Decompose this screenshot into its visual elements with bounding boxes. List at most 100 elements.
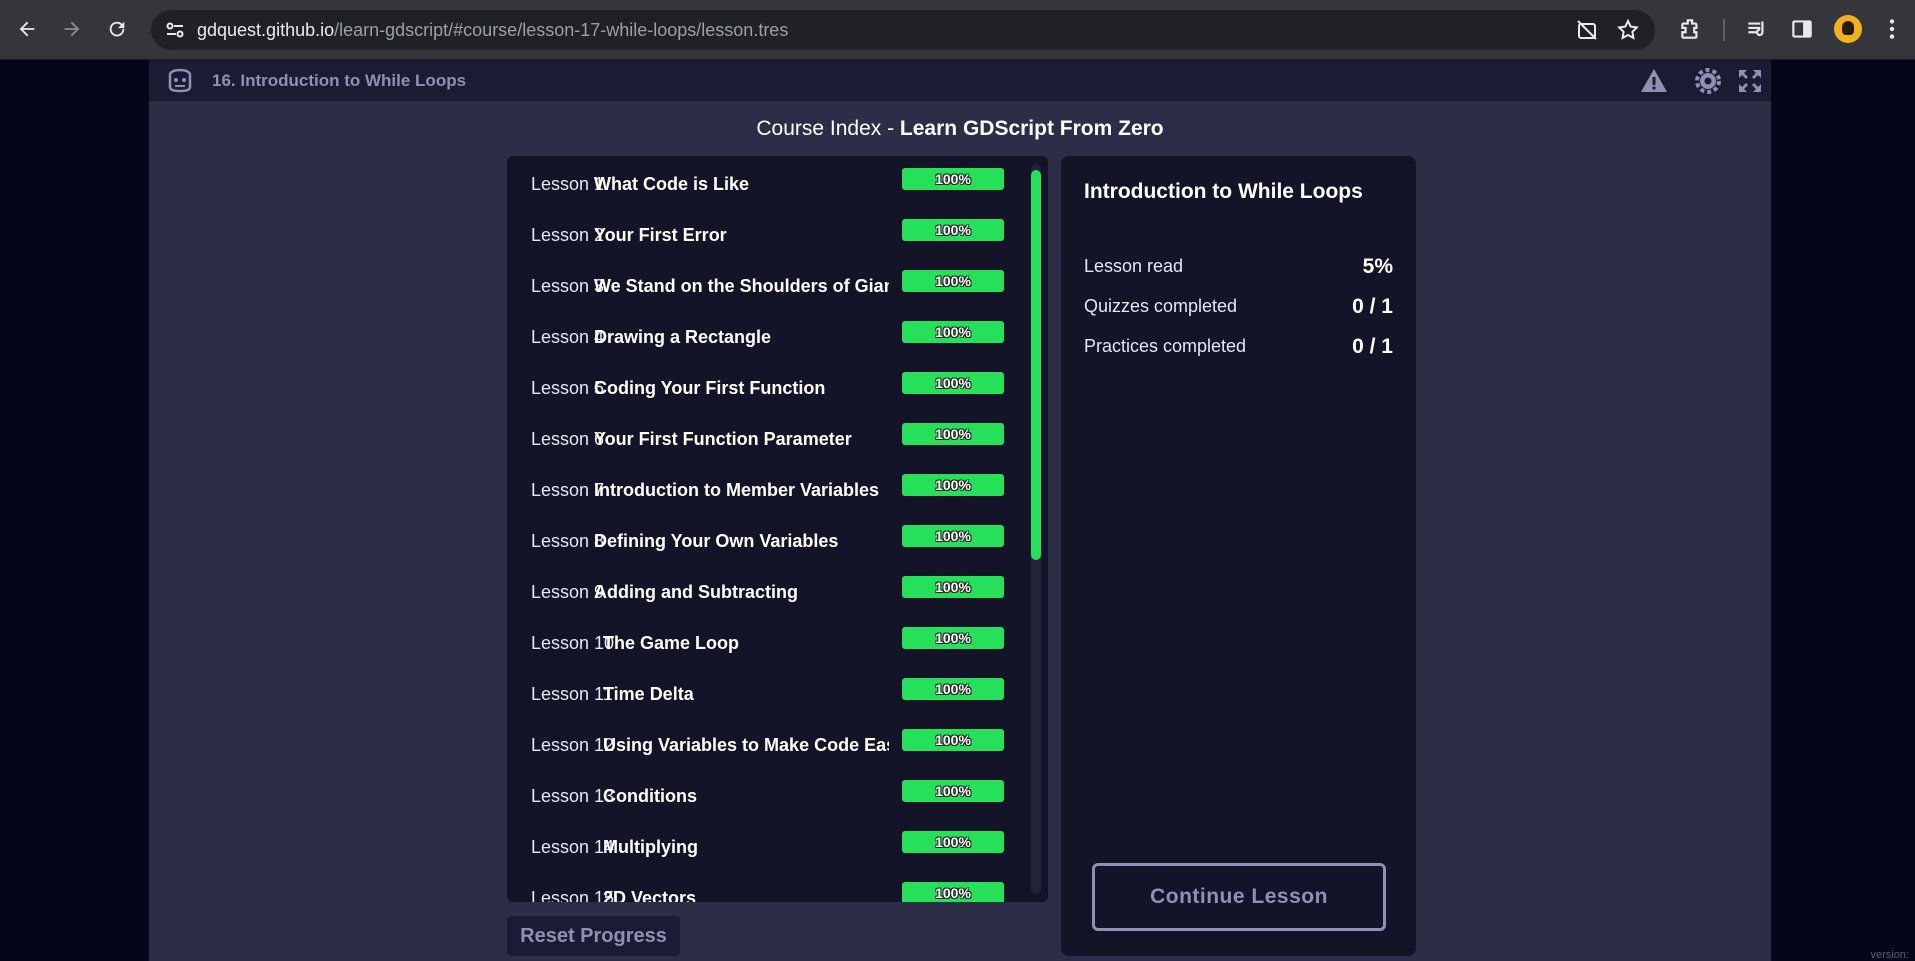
lesson-name: The Game Loop bbox=[603, 633, 740, 653]
progress-bar: 100% bbox=[902, 525, 1004, 547]
progress-label: 100% bbox=[935, 426, 971, 442]
address-bar[interactable]: gdquest.github.io/learn-gdscript/#course… bbox=[151, 10, 1655, 50]
progress-bar: 100% bbox=[902, 882, 1004, 902]
progress-bar: 100% bbox=[902, 780, 1004, 802]
profile-avatar[interactable] bbox=[1834, 15, 1862, 43]
lesson-name: Introduction to Member Variables bbox=[594, 480, 880, 500]
progress-bar: 100% bbox=[902, 219, 1004, 241]
back-icon[interactable] bbox=[12, 14, 42, 44]
gdquest-logo-icon[interactable] bbox=[166, 66, 194, 94]
lesson-number: Lesson 15 bbox=[531, 888, 615, 902]
lesson-name: Defining Your Own Variables bbox=[594, 531, 839, 551]
lesson-name: Multiplying bbox=[603, 837, 698, 857]
continue-lesson-button[interactable]: Continue Lesson bbox=[1092, 863, 1386, 931]
stat-value-practices: 0 / 1 bbox=[1352, 335, 1393, 358]
lesson-name: Your First Function Parameter bbox=[594, 429, 852, 449]
app-page: 16. Introduction to While Loops Course I… bbox=[149, 60, 1771, 961]
lesson-number: Lesson 10 bbox=[531, 633, 615, 653]
progress-label: 100% bbox=[935, 783, 971, 799]
lesson-name: Coding Your First Function bbox=[594, 378, 826, 398]
reset-progress-button[interactable]: Reset Progress bbox=[507, 916, 680, 956]
progress-bar: 100% bbox=[902, 423, 1004, 445]
lesson-number: Lesson 12 bbox=[531, 735, 615, 755]
settings-gear-icon[interactable] bbox=[1693, 66, 1723, 96]
progress-label: 100% bbox=[935, 732, 971, 748]
progress-label: 100% bbox=[935, 375, 971, 391]
lesson-name: What Code is Like bbox=[594, 174, 750, 194]
lesson-name: Conditions bbox=[603, 786, 697, 806]
course-name: Learn GDScript From Zero bbox=[899, 117, 1164, 140]
lesson-row[interactable]: Lesson 15 2D Vectors 100% bbox=[507, 874, 1027, 902]
progress-label: 100% bbox=[935, 222, 971, 238]
progress-bar: 100% bbox=[902, 729, 1004, 751]
lesson-name: 2D Vectors bbox=[603, 888, 697, 902]
progress-bar: 100% bbox=[902, 321, 1004, 343]
lesson-list-scrollbar[interactable] bbox=[1031, 164, 1041, 894]
progress-bar: 100% bbox=[902, 168, 1004, 190]
scrollbar-thumb[interactable] bbox=[1031, 170, 1041, 560]
lesson-name: Adding and Subtracting bbox=[594, 582, 798, 602]
progress-bar: 100% bbox=[902, 678, 1004, 700]
stat-label-quizzes: Quizzes completed bbox=[1084, 296, 1238, 316]
lesson-row[interactable]: Lesson 11 Time Delta 100% bbox=[507, 670, 1027, 721]
progress-label: 100% bbox=[935, 324, 971, 340]
lesson-name: We Stand on the Shoulders of Giants bbox=[594, 276, 889, 296]
heading-prefix: Course Index - bbox=[756, 117, 900, 140]
lesson-row[interactable]: Lesson 6 Your First Function Parameter 1… bbox=[507, 415, 1027, 466]
report-warning-icon[interactable] bbox=[1639, 66, 1669, 96]
lesson-row[interactable]: Lesson 5 Coding Your First Function 100% bbox=[507, 364, 1027, 415]
lesson-row[interactable]: Lesson 13 Conditions 100% bbox=[507, 772, 1027, 823]
progress-label: 100% bbox=[935, 528, 971, 544]
progress-bar: 100% bbox=[902, 627, 1004, 649]
lesson-list: Lesson 1 What Code is Like 100% Lesson 2… bbox=[507, 156, 1048, 902]
stat-value-lesson-read: 5% bbox=[1362, 255, 1393, 278]
sidepanel-icon[interactable] bbox=[1789, 16, 1815, 42]
lesson-row[interactable]: Lesson 14 Multiplying 100% bbox=[507, 823, 1027, 874]
stat-label-lesson-read: Lesson read bbox=[1084, 256, 1184, 276]
lesson-row[interactable]: Lesson 1 What Code is Like 100% bbox=[507, 160, 1027, 211]
lesson-row[interactable]: Lesson 4 Drawing a Rectangle 100% bbox=[507, 313, 1027, 364]
lesson-row[interactable]: Lesson 2 Your First Error 100% bbox=[507, 211, 1027, 262]
progress-label: 100% bbox=[935, 171, 971, 187]
progress-label: 100% bbox=[935, 885, 971, 901]
star-icon[interactable] bbox=[1616, 18, 1642, 44]
lesson-number: Lesson 11 bbox=[531, 684, 613, 704]
more-icon[interactable] bbox=[1879, 16, 1905, 42]
lesson-row[interactable]: Lesson 10 The Game Loop 100% bbox=[507, 619, 1027, 670]
course-index-heading: Course Index - Learn GDScript From Zero bbox=[149, 117, 1771, 141]
lesson-name: Your First Error bbox=[594, 225, 727, 245]
browser-toolbar: gdquest.github.io/learn-gdscript/#course… bbox=[0, 0, 1915, 60]
no-camera-icon[interactable] bbox=[1575, 18, 1601, 44]
lesson-number: Lesson 14 bbox=[531, 837, 615, 857]
media-icon[interactable] bbox=[1744, 16, 1770, 42]
progress-label: 100% bbox=[935, 834, 971, 850]
detail-title: Introduction to While Loops bbox=[1084, 180, 1363, 203]
extensions-icon[interactable] bbox=[1678, 16, 1704, 42]
lesson-name: Time Delta bbox=[603, 684, 694, 704]
progress-label: 100% bbox=[935, 579, 971, 595]
site-info-icon[interactable] bbox=[163, 18, 187, 42]
progress-bar: 100% bbox=[902, 270, 1004, 292]
lesson-row[interactable]: Lesson 8 Defining Your Own Variables 100… bbox=[507, 517, 1027, 568]
url-text[interactable]: gdquest.github.io/learn-gdscript/#course… bbox=[197, 20, 788, 41]
lesson-row[interactable]: Lesson 3 We Stand on the Shoulders of Gi… bbox=[507, 262, 1027, 313]
fullscreen-icon[interactable] bbox=[1735, 66, 1765, 96]
lesson-row[interactable]: Lesson 9 Adding and Subtracting 100% bbox=[507, 568, 1027, 619]
progress-label: 100% bbox=[935, 681, 971, 697]
progress-bar: 100% bbox=[902, 474, 1004, 496]
stat-value-quizzes: 0 / 1 bbox=[1352, 295, 1393, 318]
version-label: version: bbox=[1870, 949, 1909, 961]
progress-label: 100% bbox=[935, 630, 971, 646]
progress-label: 100% bbox=[935, 477, 971, 493]
lesson-name: Drawing a Rectangle bbox=[594, 327, 772, 347]
lesson-row[interactable]: Lesson 7 Introduction to Member Variable… bbox=[507, 466, 1027, 517]
current-lesson-title: 16. Introduction to While Loops bbox=[212, 71, 467, 90]
forward-icon[interactable] bbox=[57, 14, 87, 44]
lesson-row[interactable]: Lesson 12 Using Variables to Make Code E… bbox=[507, 721, 1027, 772]
reload-icon[interactable] bbox=[102, 14, 132, 44]
lesson-number: Lesson 13 bbox=[531, 786, 615, 806]
progress-bar: 100% bbox=[902, 372, 1004, 394]
progress-bar: 100% bbox=[902, 576, 1004, 598]
url-host: gdquest.github.io bbox=[197, 20, 335, 40]
lesson-topbar: 16. Introduction to While Loops bbox=[149, 60, 1771, 101]
